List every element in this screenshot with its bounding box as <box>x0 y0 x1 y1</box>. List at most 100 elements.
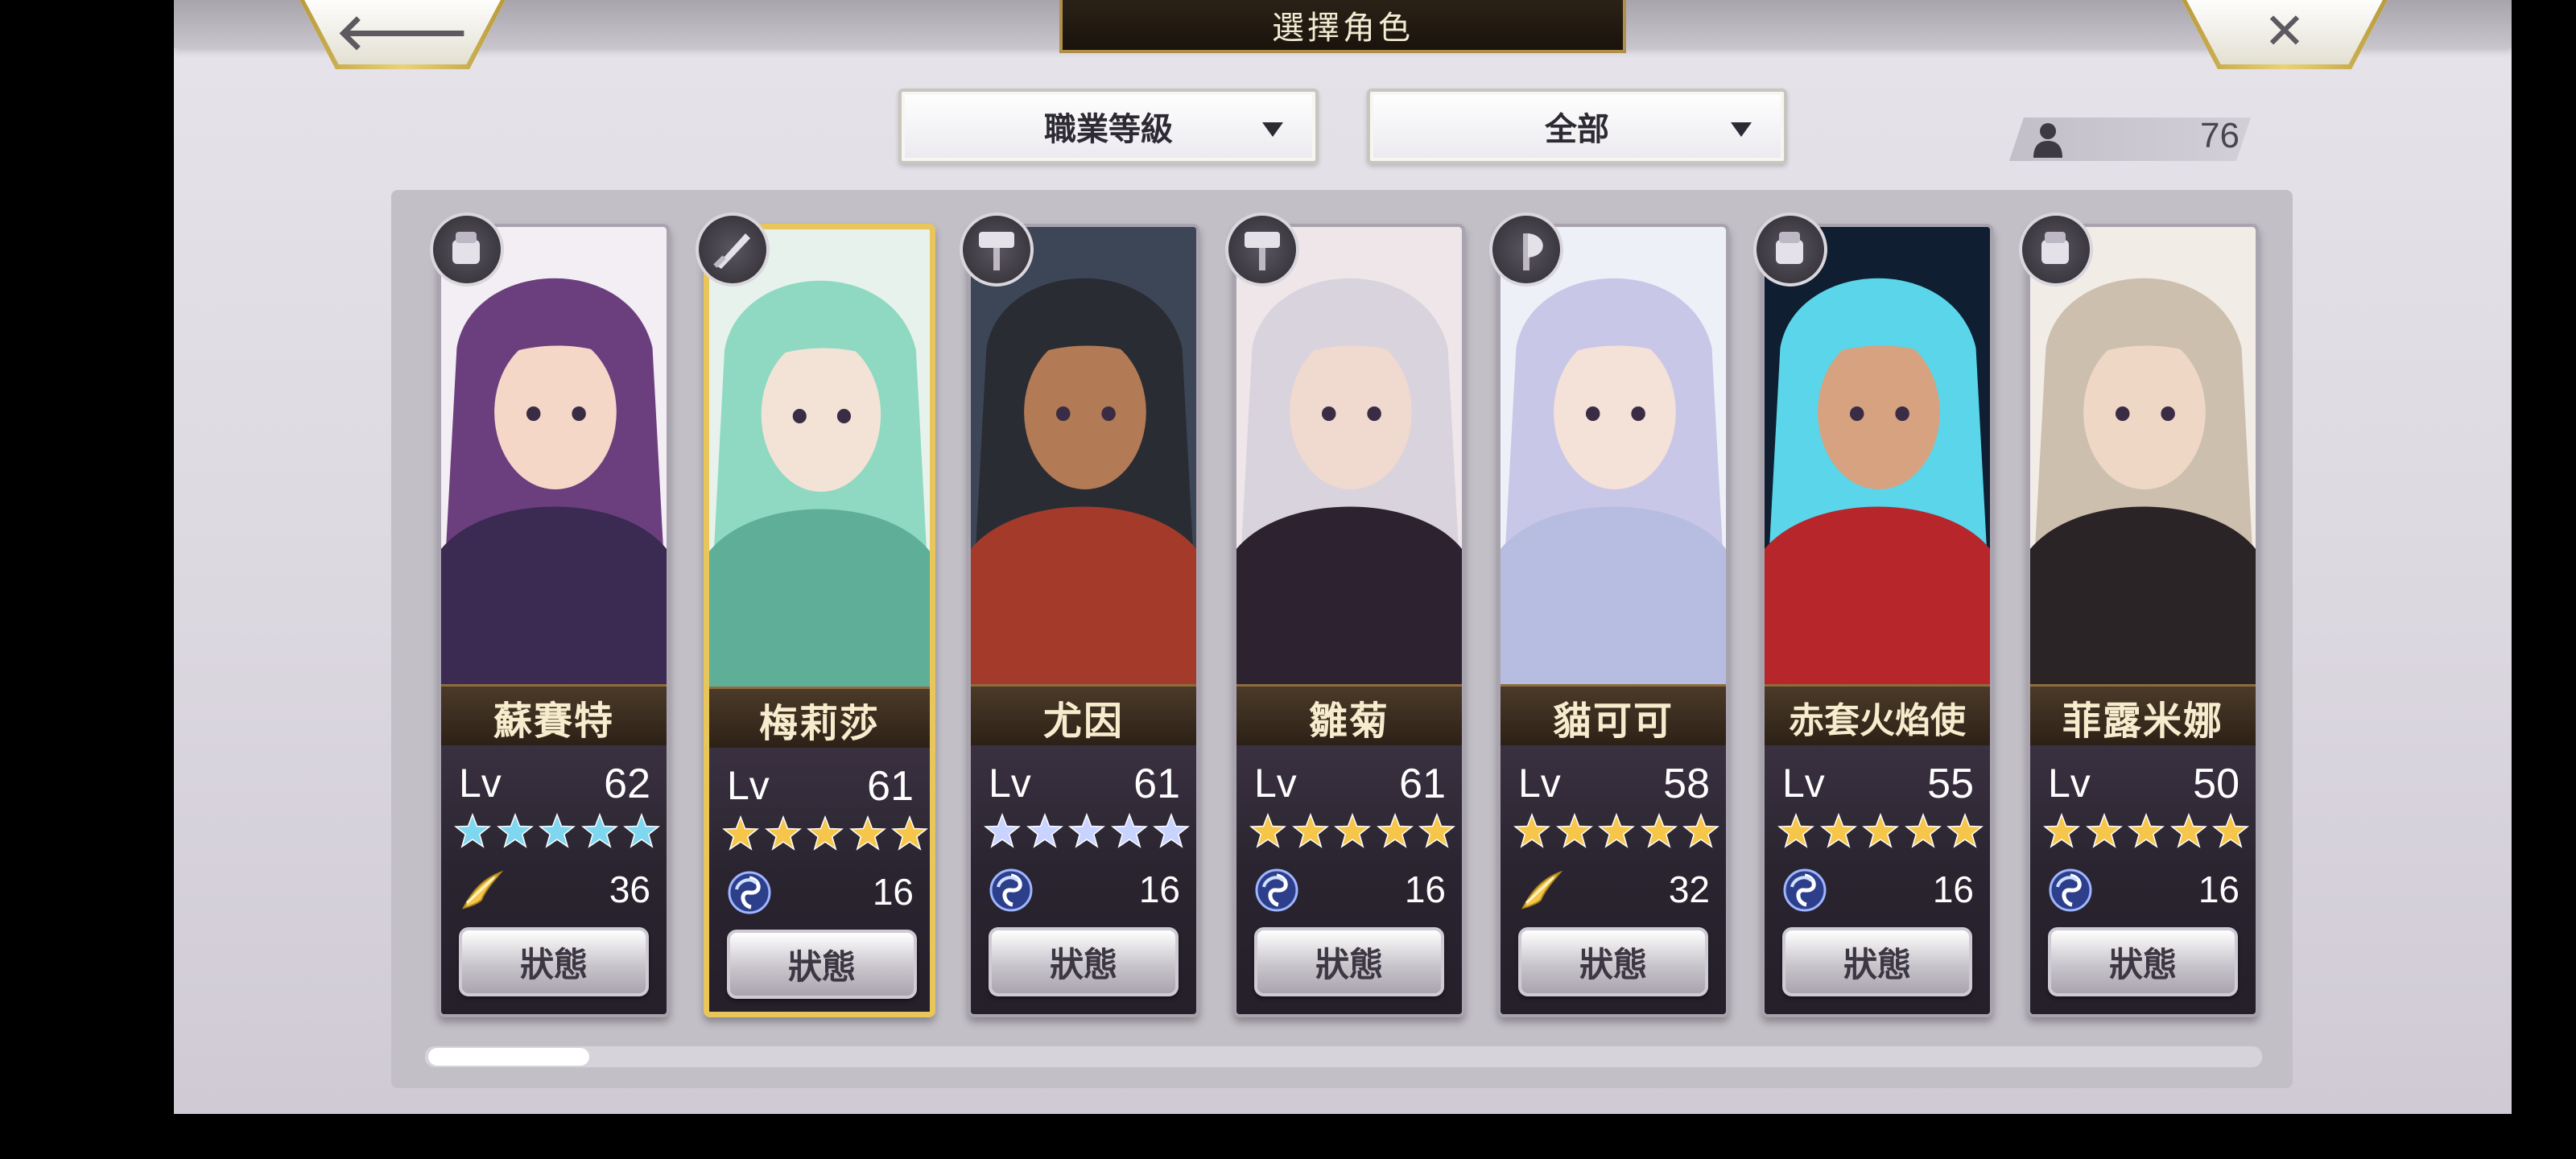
character-card[interactable]: 蘇賽特 Lv 62 36 狀態 <box>438 224 670 1017</box>
swirl-icon <box>728 871 771 914</box>
star-icon <box>2085 813 2123 848</box>
star-icon <box>539 813 576 848</box>
star-icon <box>1334 813 1371 848</box>
level-label: Lv <box>989 761 1031 806</box>
element-value: 16 <box>1404 868 1446 910</box>
level-value: 61 <box>1399 761 1446 807</box>
star-icon <box>496 813 534 848</box>
star-icon <box>807 815 844 851</box>
character-info: Lv 58 32 狀態 <box>1501 745 1726 1014</box>
level-label: Lv <box>1518 761 1561 806</box>
star-icon <box>1513 813 1550 848</box>
character-info: Lv 62 36 狀態 <box>441 745 667 1014</box>
gauntlet-icon <box>2019 212 2093 287</box>
class-level-sort-label: 職業等級 <box>1044 110 1173 148</box>
filter-all-dropdown[interactable]: 全部 <box>1367 89 1787 164</box>
character-card[interactable]: 貓可可 Lv 58 32 狀態 <box>1497 224 1729 1017</box>
character-count: 76 <box>2200 116 2240 155</box>
level-label: Lv <box>1254 761 1297 806</box>
chevron-down-icon <box>1262 122 1283 137</box>
character-info: Lv 61 16 狀態 <box>971 745 1196 1014</box>
star-icon <box>1819 813 1857 848</box>
close-icon: ✕ <box>2264 1 2306 60</box>
star-rating <box>722 815 928 856</box>
star-icon <box>1291 813 1329 848</box>
character-name: 尤因 <box>971 684 1196 748</box>
character-name: 梅莉莎 <box>709 687 930 750</box>
level-value: 61 <box>867 763 914 810</box>
star-icon <box>1682 813 1719 848</box>
star-icon <box>1555 813 1593 848</box>
status-button[interactable]: 狀態 <box>2048 927 2238 996</box>
character-info: Lv 50 16 狀態 <box>2030 745 2256 1014</box>
status-button[interactable]: 狀態 <box>1254 927 1444 996</box>
star-rating <box>984 813 1190 853</box>
star-icon <box>2128 813 2165 848</box>
star-icon <box>1946 813 1984 848</box>
character-portrait <box>441 227 667 686</box>
star-icon <box>891 815 928 851</box>
element-value: 16 <box>1932 868 1974 910</box>
character-card[interactable]: 梅莉莎 Lv 61 16 狀態 <box>704 224 935 1017</box>
character-portrait <box>971 227 1196 686</box>
character-info: Lv 55 16 狀態 <box>1765 745 1990 1014</box>
status-button[interactable]: 狀態 <box>989 927 1179 996</box>
back-arrow-icon: 🡐 <box>335 2 470 61</box>
character-portrait <box>709 229 930 688</box>
star-icon <box>1777 813 1814 848</box>
person-icon <box>2033 123 2062 158</box>
character-card[interactable]: 雛菊 Lv 61 16 狀態 <box>1233 224 1465 1017</box>
back-button[interactable]: 🡐 <box>298 0 507 69</box>
star-icon <box>1026 813 1063 848</box>
page-title: 選擇角色 <box>1059 0 1626 53</box>
level-label: Lv <box>2048 761 2091 806</box>
star-icon <box>454 813 491 848</box>
level-label: Lv <box>727 763 770 808</box>
status-button[interactable]: 狀態 <box>727 930 917 999</box>
star-rating <box>1249 813 1455 853</box>
level-value: 62 <box>604 761 650 807</box>
character-card[interactable]: 尤因 Lv 61 16 狀態 <box>968 224 1199 1017</box>
star-rating <box>1513 813 1719 853</box>
star-icon <box>1068 813 1105 848</box>
level-value: 58 <box>1663 761 1710 807</box>
character-portrait <box>1501 227 1726 686</box>
swirl-icon <box>989 868 1033 912</box>
character-name: 貓可可 <box>1501 684 1726 748</box>
character-card[interactable]: 菲露米娜 Lv 50 16 狀態 <box>2027 224 2259 1017</box>
element-value: 32 <box>1668 868 1710 910</box>
hammer-icon <box>1225 212 1299 287</box>
star-rating <box>454 813 660 853</box>
gauntlet-icon <box>1753 212 1827 287</box>
status-button[interactable]: 狀態 <box>1518 927 1708 996</box>
character-card[interactable]: 赤套火焰使 Lv 55 16 狀態 <box>1761 224 1993 1017</box>
swirl-icon <box>1783 868 1827 912</box>
character-info: Lv 61 16 狀態 <box>1236 745 1462 1014</box>
character-info: Lv 61 16 狀態 <box>709 748 930 1012</box>
swirl-icon <box>2049 868 2092 912</box>
star-icon <box>722 815 759 851</box>
class-level-sort-dropdown[interactable]: 職業等級 <box>898 89 1319 164</box>
character-name: 蘇賽特 <box>441 684 667 748</box>
star-icon <box>1110 813 1148 848</box>
status-button[interactable]: 狀態 <box>459 927 649 996</box>
star-icon <box>623 813 660 848</box>
star-icon <box>1249 813 1286 848</box>
chevron-down-icon <box>1731 122 1752 137</box>
status-button[interactable]: 狀態 <box>1782 927 1972 996</box>
character-portrait <box>2030 227 2256 686</box>
close-button[interactable]: ✕ <box>2180 0 2389 69</box>
star-icon <box>1862 813 1899 848</box>
star-icon <box>1598 813 1635 848</box>
hammer-icon <box>960 212 1034 287</box>
scrollbar-thumb[interactable] <box>428 1048 589 1066</box>
sword-icon <box>696 212 770 287</box>
star-rating <box>1777 813 1984 853</box>
star-icon <box>2212 813 2249 848</box>
level-value: 50 <box>2193 761 2240 807</box>
level-label: Lv <box>459 761 502 806</box>
character-name: 雛菊 <box>1236 684 1462 748</box>
horizontal-scrollbar[interactable] <box>425 1046 2262 1067</box>
star-icon <box>580 813 618 848</box>
star-icon <box>1153 813 1190 848</box>
